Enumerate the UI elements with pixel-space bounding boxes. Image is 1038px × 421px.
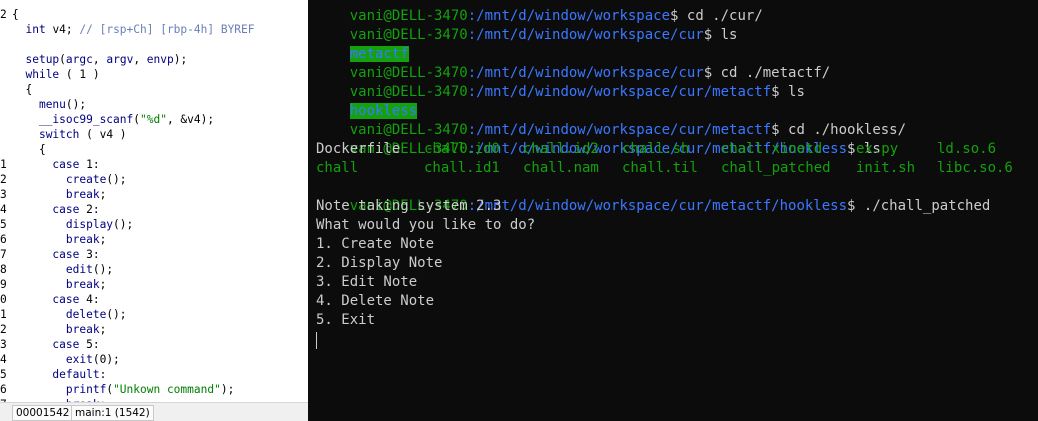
line-number: 0	[0, 293, 7, 306]
file-entry: init.sh	[856, 160, 916, 176]
line-number: 5	[0, 368, 7, 381]
code-text: setup(argc, argv, envp);	[25, 53, 188, 66]
line-number: 3	[0, 338, 7, 351]
terminal-ls-output: hookless	[316, 83, 418, 119]
code-text: {	[12, 143, 46, 156]
file-entry: chall.sh	[622, 141, 690, 157]
line-number: 2	[0, 8, 7, 21]
file-entry: chall.xinetd	[721, 141, 823, 157]
code-text: break;	[65, 323, 107, 336]
pseudocode-status-bar: 00001542 main:1 (1542)	[0, 402, 308, 421]
terminal-window[interactable]: vani@DELL-3470:/mnt/d/window/workspace$ …	[308, 0, 1038, 421]
file-entry: chall_patched	[721, 160, 831, 176]
line-number: 9	[0, 278, 7, 291]
line-number: 1	[0, 308, 7, 321]
code-text: edit();	[65, 263, 114, 276]
status-location: main:1 (1542)	[71, 405, 154, 421]
file-entry: chall.til	[622, 160, 698, 176]
terminal-ls-row: Dockerfile chall.id0 chall.id2 chall.sh …	[316, 140, 1036, 159]
code-text: {	[12, 83, 33, 96]
line-number: 6	[0, 233, 7, 246]
line-number: 7	[0, 248, 7, 261]
program-output-banner: Note taking system 2.3	[316, 198, 502, 214]
menu-option-create: 1. Create Note	[316, 236, 435, 252]
file-entry: ex.py	[856, 141, 899, 157]
terminal-cursor[interactable]	[316, 332, 317, 349]
file-entry: chall.id1	[424, 160, 500, 176]
code-text: printf("Unkown command");	[65, 383, 235, 396]
menu-option-exit: 5. Exit	[316, 312, 376, 328]
code-text: exit(0);	[65, 353, 120, 366]
terminal-prompt-line: vani@DELL-3470:/mnt/d/window/workspace/c…	[349, 122, 907, 138]
terminal-prompt-line: vani@DELL-3470:/mnt/d/window/workspace/c…	[349, 198, 991, 214]
pseudocode-view[interactable]: 2 { int v4; // [rsp+Ch] [rbp-4h] BYREF se…	[0, 0, 308, 421]
line-number: 3	[0, 188, 7, 201]
code-text: case 1:	[52, 158, 100, 171]
code-text: default:	[52, 368, 107, 381]
file-entry: ld.so.6	[937, 141, 997, 157]
code-text: {	[12, 8, 19, 21]
terminal-ls-row: chall chall.id1 chall.nam chall.til chal…	[316, 159, 1036, 178]
code-text: case 4:	[52, 293, 100, 306]
code-text: case 2:	[52, 203, 100, 216]
code-text: switch ( v4 )	[38, 128, 127, 141]
code-text: break;	[65, 233, 107, 246]
terminal-prompt-line: vani@DELL-3470:/mnt/d/window/workspace/c…	[349, 84, 805, 100]
file-entry: chall.id2	[523, 141, 599, 157]
terminal-line-cropped: vani@DELL-3470:/mnt/d/window/workspace$ …	[349, 8, 763, 24]
file-entry: chall	[316, 160, 359, 176]
code-text: break;	[65, 278, 107, 291]
line-number: 2	[0, 323, 7, 336]
line-number: 5	[0, 218, 7, 231]
code-text: break;	[65, 188, 107, 201]
terminal-prompt-line: vani@DELL-3470:/mnt/d/window/workspace/c…	[349, 27, 738, 43]
file-entry: Dockerfile	[316, 141, 401, 157]
code-text: menu();	[38, 98, 87, 111]
line-number: 8	[0, 263, 7, 276]
code-text: while ( 1 )	[25, 68, 100, 81]
code-text: delete();	[65, 308, 127, 321]
file-entry: chall.nam	[523, 160, 599, 176]
line-number: 6	[0, 383, 7, 396]
line-number: 2	[0, 173, 7, 186]
code-text: case 5:	[52, 338, 100, 351]
menu-option-edit: 3. Edit Note	[316, 274, 418, 290]
line-number: 4	[0, 353, 7, 366]
file-entry: chall.id0	[424, 141, 500, 157]
terminal-prompt-line: vani@DELL-3470:/mnt/d/window/workspace/c…	[349, 141, 881, 157]
menu-option-display: 2. Display Note	[316, 255, 443, 271]
code-text: int v4; // [rsp+Ch] [rbp-4h] BYREF	[25, 23, 255, 36]
code-text: __isoc99_scanf("%d", &v4);	[38, 113, 215, 126]
code-text: display();	[65, 218, 134, 231]
line-number: 4	[0, 203, 7, 216]
code-text: case 3:	[52, 248, 100, 261]
program-output-question: What would you like to do?	[316, 217, 536, 233]
menu-option-delete: 4. Delete Note	[316, 293, 435, 309]
status-address: 00001542	[12, 405, 74, 421]
terminal-prompt-line: vani@DELL-3470:/mnt/d/window/workspace/c…	[349, 65, 831, 81]
line-number: 1	[0, 158, 7, 171]
file-entry: libc.so.6	[937, 160, 1013, 176]
code-text: create();	[65, 173, 127, 186]
terminal-ls-output: metactf	[316, 26, 409, 62]
